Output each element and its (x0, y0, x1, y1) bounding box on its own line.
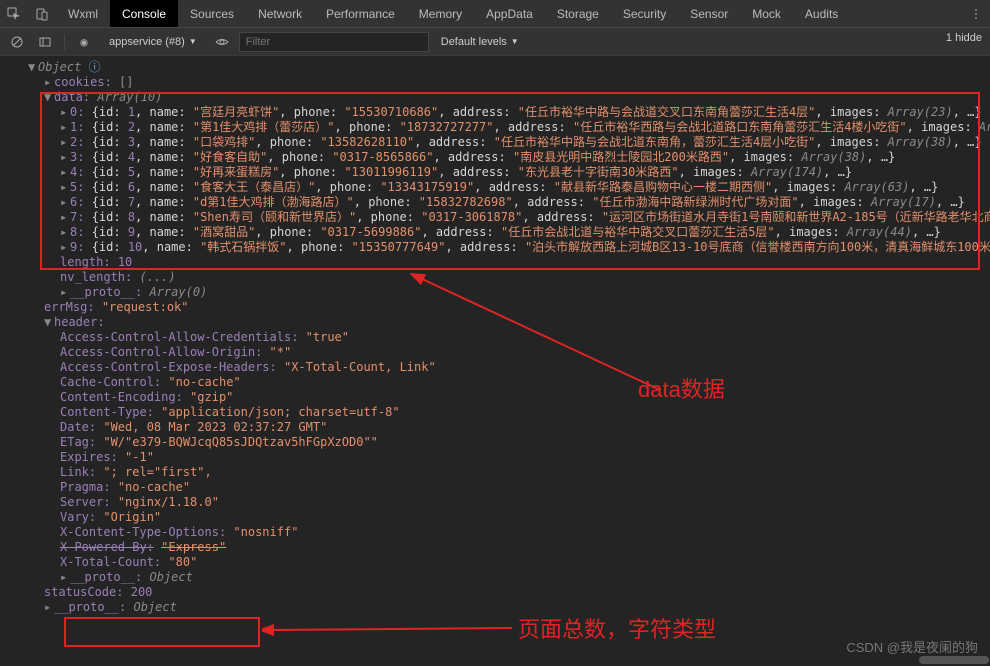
annotation-data: data数据 (638, 372, 725, 404)
data-row[interactable]: ▸7: {id: 8, name: "Shen寿司（颐和新世界店）", phon… (8, 210, 982, 225)
data-row[interactable]: ▸0: {id: 1, name: "宫廷月亮虾饼", phone: "1553… (8, 105, 982, 120)
header-row: X-Total-Count: "80" (8, 555, 982, 570)
tab-performance[interactable]: Performance (314, 0, 407, 27)
data-row[interactable]: ▸1: {id: 2, name: "第1佳大鸡排（蕾莎店）", phone: … (8, 120, 982, 135)
header-row: Date: "Wed, 08 Mar 2023 02:37:27 GMT" (8, 420, 982, 435)
tab-audits[interactable]: Audits (793, 0, 850, 27)
scrollbar-thumb[interactable] (919, 656, 989, 664)
toggle-sidebar-icon[interactable] (34, 31, 56, 53)
data-row[interactable]: ▸6: {id: 7, name: "d第1佳大鸡排（渤海路店）", phone… (8, 195, 982, 210)
filter-input[interactable] (239, 32, 429, 52)
xtotal-redbox (64, 617, 260, 647)
data-row[interactable]: ▸8: {id: 9, name: "酒窝甜品", phone: "0317-5… (8, 225, 982, 240)
context-selector[interactable]: appservice (#8)▼ (101, 32, 205, 52)
inspect-icon[interactable] (0, 0, 28, 28)
tab-wxml[interactable]: Wxml (56, 0, 110, 27)
header-row: Pragma: "no-cache" (8, 480, 982, 495)
clear-icon[interactable] (6, 31, 28, 53)
header-row: Access-Control-Expose-Headers: "X-Total-… (8, 360, 982, 375)
data-row[interactable]: ▸4: {id: 5, name: "好再来蛋糕房", phone: "1301… (8, 165, 982, 180)
tab-memory[interactable]: Memory (407, 0, 474, 27)
header-row: Content-Type: "application/json; charset… (8, 405, 982, 420)
devtools-tabs: WxmlConsoleSourcesNetworkPerformanceMemo… (56, 0, 850, 27)
tab-security[interactable]: Security (611, 0, 678, 27)
tab-appdata[interactable]: AppData (474, 0, 545, 27)
data-row[interactable]: ▸5: {id: 6, name: "食客大王（泰昌店）", phone: "1… (8, 180, 982, 195)
tab-network[interactable]: Network (246, 0, 314, 27)
header-row: Cache-Control: "no-cache" (8, 375, 982, 390)
header-row: Access-Control-Allow-Credentials: "true" (8, 330, 982, 345)
levels-selector[interactable]: Default levels▼ (441, 36, 519, 48)
header-row: Link: "; rel="first", (8, 465, 982, 480)
tab-storage[interactable]: Storage (545, 0, 611, 27)
watermark: CSDN @我是夜阑的狗 (846, 637, 978, 656)
header-row: ETag: "W/"e379-BQWJcqQ85sJDQtzav5hFGpXzO… (8, 435, 982, 450)
header-row: Access-Control-Allow-Origin: "*" (8, 345, 982, 360)
annotation-total: 页面总数，字符类型 (518, 612, 716, 644)
header-row: Server: "nginx/1.18.0" (8, 495, 982, 510)
tab-sources[interactable]: Sources (178, 0, 246, 27)
data-row[interactable]: ▸3: {id: 4, name: "好食客自助", phone: "0317-… (8, 150, 982, 165)
tab-sensor[interactable]: Sensor (678, 0, 740, 27)
length-line: length: 10 (8, 255, 982, 270)
device-icon[interactable] (28, 0, 56, 28)
top-icon[interactable]: ◉ (73, 31, 95, 53)
top-toolbar: WxmlConsoleSourcesNetworkPerformanceMemo… (0, 0, 990, 28)
data-row[interactable]: ▸9: {id: 10, name: "韩式石锅拌饭", phone: "153… (8, 240, 982, 255)
console-output: ▼Object ⓘ ▸cookies: [] ▼data: Array(10) … (0, 56, 990, 666)
tab-mock[interactable]: Mock (740, 0, 793, 27)
header-row: Expires: "-1" (8, 450, 982, 465)
arrow-2 (262, 618, 522, 638)
hidden-count: 1 hidde (946, 32, 982, 44)
header-row: Content-Encoding: "gzip" (8, 390, 982, 405)
header-row: X-Content-Type-Options: "nosniff" (8, 525, 982, 540)
console-subbar: ◉ appservice (#8)▼ Default levels▼ (0, 28, 990, 56)
header-row: Vary: "Origin" (8, 510, 982, 525)
tab-console[interactable]: Console (110, 0, 178, 27)
data-row[interactable]: ▸2: {id: 3, name: "口袋鸡排", phone: "135826… (8, 135, 982, 150)
header-row: X-Powered-By: "Express" (8, 540, 982, 555)
eye-icon[interactable] (211, 31, 233, 53)
more-icon[interactable]: ⋮ (962, 0, 990, 28)
